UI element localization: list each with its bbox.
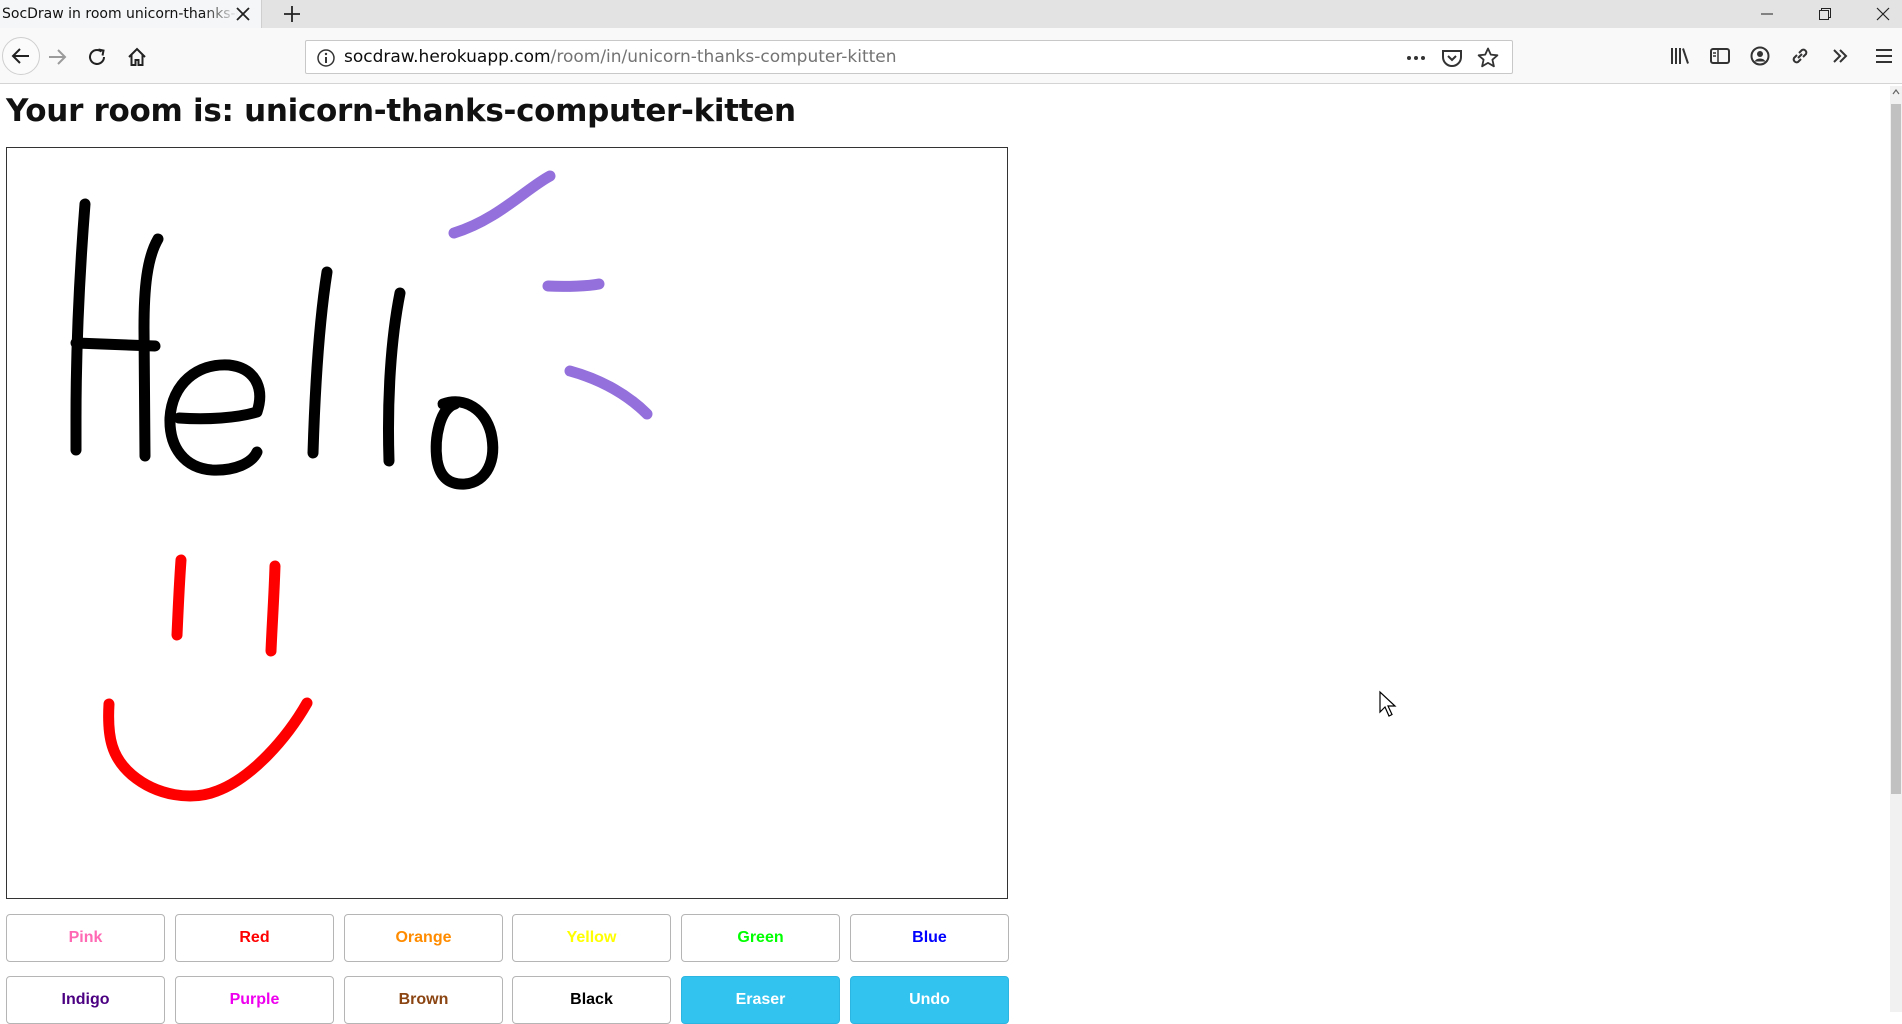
scroll-up-arrow-icon[interactable] — [1890, 86, 1902, 98]
red-button[interactable]: Red — [175, 914, 334, 962]
overflow-menu-button[interactable] — [1826, 42, 1854, 70]
green-button[interactable]: Green — [681, 914, 840, 962]
library-icon — [1671, 48, 1689, 64]
eraser-button[interactable]: Eraser — [681, 976, 840, 1024]
link-icon — [1792, 48, 1808, 64]
minimize-icon — [1761, 13, 1773, 15]
url-text[interactable]: socdraw.herokuapp.com/room/in/unicorn-th… — [344, 41, 897, 73]
black-button[interactable]: Black — [512, 976, 671, 1024]
restore-button[interactable] — [1798, 0, 1852, 28]
purple-button[interactable]: Purple — [175, 976, 334, 1024]
drawing-canvas[interactable] — [6, 147, 1008, 899]
brown-button[interactable]: Brown — [344, 976, 503, 1024]
new-tab-icon[interactable] — [280, 2, 304, 26]
stroke-purple-middle — [542, 278, 605, 292]
account-icon — [1750, 46, 1770, 66]
browser-tab[interactable]: SocDraw in room unicorn-thanks-computer-… — [0, 0, 262, 28]
minimize-button[interactable] — [1740, 0, 1794, 28]
reload-button[interactable] — [82, 42, 112, 72]
url-domain: socdraw.herokuapp.com — [344, 47, 551, 67]
sidebar-icon — [1710, 48, 1730, 64]
yellow-button[interactable]: Yellow — [512, 914, 671, 962]
pocket-icon[interactable] — [1440, 47, 1464, 69]
indigo-button[interactable]: Indigo — [6, 976, 165, 1024]
stroke-right-eye — [265, 560, 281, 657]
home-icon — [128, 47, 146, 66]
stroke-e — [164, 359, 266, 476]
close-icon[interactable] — [233, 4, 253, 24]
link-button[interactable] — [1786, 42, 1814, 70]
tab-bar: SocDraw in room unicorn-thanks-computer-… — [0, 0, 1902, 28]
stroke-l2 — [383, 287, 406, 467]
forward-arrow-icon — [49, 49, 67, 65]
home-button[interactable] — [122, 42, 152, 72]
blue-button[interactable]: Blue — [850, 914, 1009, 962]
account-button[interactable] — [1746, 42, 1774, 70]
tab-title: SocDraw in room unicorn-thanks-computer-… — [2, 6, 238, 22]
orange-button[interactable]: Orange — [344, 914, 503, 962]
window-close-button[interactable] — [1856, 0, 1902, 28]
mouse-cursor-icon — [1379, 690, 1397, 717]
room-title: Your room is: unicorn-thanks-computer-ki… — [6, 93, 796, 129]
chevron-double-right-icon — [1833, 49, 1848, 63]
info-icon[interactable] — [316, 48, 336, 68]
stroke-h-crossbar — [70, 337, 161, 352]
stroke-h-left — [70, 198, 91, 456]
sidebar-button[interactable] — [1706, 42, 1734, 70]
more-actions-icon[interactable] — [1404, 47, 1428, 69]
undo-button[interactable]: Undo — [850, 976, 1009, 1024]
bookmark-star-icon[interactable] — [1476, 46, 1500, 70]
hamburger-menu-icon — [1876, 49, 1892, 63]
navigation-toolbar: socdraw.herokuapp.com/room/in/unicorn-th… — [0, 28, 1902, 84]
library-button[interactable] — [1666, 42, 1694, 70]
pink-button[interactable]: Pink — [6, 914, 165, 962]
back-button[interactable] — [2, 37, 40, 75]
scrollbar-thumb[interactable] — [1891, 104, 1901, 794]
drawing-surface[interactable] — [7, 148, 1007, 898]
stroke-purple-lower — [564, 365, 653, 420]
back-arrow-icon — [11, 48, 29, 64]
stroke-purple-upper — [448, 170, 556, 239]
forward-button[interactable] — [42, 42, 72, 72]
stroke-smile — [103, 697, 313, 802]
stroke-o — [430, 396, 499, 490]
hamburger-menu-button[interactable] — [1870, 42, 1898, 70]
url-path: /room/in/unicorn-thanks-computer-kitten — [550, 47, 897, 67]
restore-icon — [1819, 8, 1831, 20]
url-bar[interactable]: socdraw.herokuapp.com/room/in/unicorn-th… — [305, 40, 1513, 74]
stroke-l1 — [307, 266, 333, 459]
window-close-icon — [1876, 7, 1890, 21]
reload-icon — [89, 48, 105, 65]
stroke-left-eye — [171, 554, 187, 641]
